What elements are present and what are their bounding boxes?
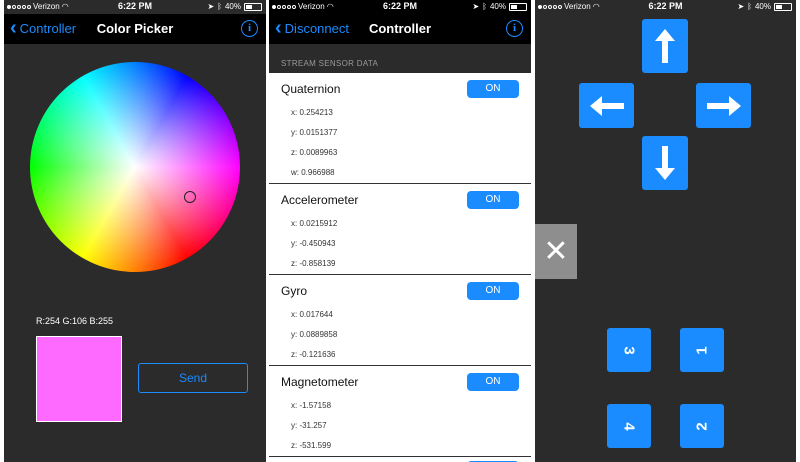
button-3-label: 3: [620, 345, 638, 355]
status-bar: Verizon ◠ 6:22 PM ➤ ᛒ 40%: [269, 0, 531, 14]
sensor-quaternion: Quaternion ON x: 0.254213 y: 0.0151377 z…: [269, 73, 531, 184]
sensor-value: z: 0.0089963: [291, 148, 338, 157]
navigation-bar: ‹ Controller Color Picker i: [4, 14, 266, 44]
sensor-value: y: -0.450943: [291, 239, 336, 248]
sensor-value: y: 0.0151377: [291, 128, 338, 137]
down-arrow-button[interactable]: [642, 136, 688, 190]
sensor-name: Magnetometer: [281, 375, 359, 389]
quaternion-toggle-button[interactable]: ON: [467, 80, 519, 98]
right-arrow-button[interactable]: [696, 83, 751, 128]
close-button[interactable]: ✕: [535, 224, 577, 279]
gyro-toggle-button[interactable]: ON: [467, 282, 519, 300]
info-icon[interactable]: i: [241, 20, 258, 37]
button-1-label: 1: [693, 345, 711, 355]
send-button[interactable]: Send: [138, 363, 248, 393]
color-wheel-cursor[interactable]: [184, 191, 196, 203]
close-icon: ✕: [543, 235, 569, 268]
battery-icon: [774, 2, 792, 11]
battery-percent: 40%: [489, 2, 506, 11]
button-2[interactable]: 2: [680, 404, 724, 448]
arrow-down-icon: [655, 146, 675, 180]
arrow-right-icon: [706, 95, 741, 116]
location-icon: ➤: [737, 2, 745, 11]
battery-percent: 40%: [224, 2, 241, 11]
bluetooth-icon: ᛒ: [482, 2, 487, 11]
up-arrow-button[interactable]: [642, 19, 688, 73]
bluetooth-icon: ᛒ: [747, 2, 752, 11]
page-title: Color Picker: [96, 21, 174, 36]
sensor-partial-row: [269, 457, 531, 462]
sensor-name: Accelerometer: [281, 193, 359, 207]
battery-icon: [509, 2, 527, 11]
battery-percent: 40%: [754, 2, 771, 11]
battery-icon: [244, 2, 262, 11]
sensor-name: Quaternion: [281, 82, 341, 96]
sensor-value: y: 0.0889858: [291, 330, 338, 339]
page-title: Controller: [368, 21, 432, 36]
button-4[interactable]: 4: [607, 404, 651, 448]
button-2-label: 2: [693, 421, 711, 431]
sensor-name: Gyro: [281, 284, 308, 298]
magnetometer-toggle-button[interactable]: ON: [467, 373, 519, 391]
navigation-bar: ‹ Disconnect Controller i: [269, 14, 531, 44]
sensor-value: x: 0.017644: [291, 310, 333, 319]
accelerometer-toggle-button[interactable]: ON: [467, 191, 519, 209]
section-header: STREAM SENSOR DATA: [269, 44, 531, 73]
controller-screen: Verizon ◠ 6:22 PM ➤ ᛒ 40% ‹ Disconnect C…: [269, 0, 531, 462]
left-arrow-button[interactable]: [579, 83, 634, 128]
sensor-list: Quaternion ON x: 0.254213 y: 0.0151377 z…: [269, 73, 531, 462]
sensor-value: z: -531.599: [291, 441, 332, 450]
button-4-label: 4: [620, 421, 638, 431]
bluetooth-icon: ᛒ: [217, 2, 222, 11]
section-header-label: STREAM SENSOR DATA: [281, 59, 379, 68]
rgb-readout: R:254 G:106 B:255: [36, 316, 114, 326]
sensor-value: w: 0.966988: [291, 168, 335, 177]
sensor-value: z: -0.858139: [291, 259, 336, 268]
sensor-magnetometer: Magnetometer ON x: -1.57158 y: -31.257 z…: [269, 366, 531, 457]
sensor-value: x: 0.254213: [291, 108, 333, 117]
sensor-value: x: -1.57158: [291, 401, 332, 410]
info-icon[interactable]: i: [506, 20, 523, 37]
location-icon: ➤: [472, 2, 480, 11]
color-wheel[interactable]: [30, 62, 240, 272]
arrow-left-icon: [589, 95, 624, 116]
sensor-gyro: Gyro ON x: 0.017644 y: 0.0889858 z: -0.1…: [269, 275, 531, 366]
status-bar: Verizon ◠ 6:22 PM ➤ ᛒ 40%: [535, 0, 796, 14]
arrow-up-icon: [655, 29, 675, 63]
status-bar: Verizon ◠ 6:22 PM ➤ ᛒ 40%: [4, 0, 266, 14]
color-picker-screen: Verizon ◠ 6:22 PM ➤ ᛒ 40% ‹ Controller C…: [4, 0, 266, 462]
color-swatch: [36, 336, 122, 422]
button-1[interactable]: 1: [680, 328, 724, 372]
button-3[interactable]: 3: [607, 328, 651, 372]
sensor-value: x: 0.0215912: [291, 219, 338, 228]
sensor-value: z: -0.121636: [291, 350, 336, 359]
location-icon: ➤: [207, 2, 215, 11]
sensor-accelerometer: Accelerometer ON x: 0.0215912 y: -0.4509…: [269, 184, 531, 275]
sensor-value: y: -31.257: [291, 421, 327, 430]
